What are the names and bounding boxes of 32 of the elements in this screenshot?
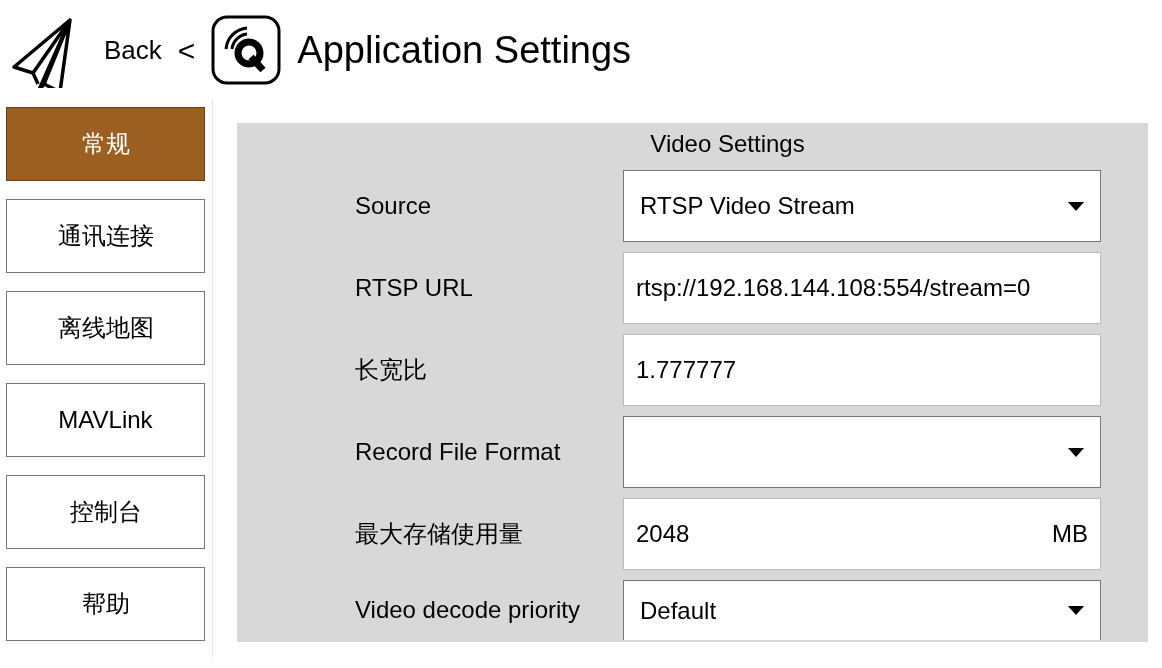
field-value: 2048	[636, 519, 690, 549]
dropdown-value: RTSP Video Stream	[640, 191, 855, 221]
unit-label: MB	[1052, 519, 1088, 549]
back-link[interactable]: Back	[104, 30, 162, 70]
sidebar-tab[interactable]: MAVLink	[6, 383, 205, 457]
sidebar-tab[interactable]: 帮助	[6, 567, 205, 641]
page-title: Application Settings	[297, 27, 632, 73]
dropdown-value: Default	[640, 595, 717, 626]
input-field[interactable]: 2048 MB	[623, 498, 1101, 570]
dropdown[interactable]	[623, 416, 1101, 488]
setting-label: Source	[355, 191, 433, 221]
sidebar-tab[interactable]: 通讯连接	[6, 199, 205, 273]
field-value: 1.777777	[636, 355, 737, 385]
setting-label: Video decode priority	[355, 595, 582, 625]
breadcrumb-separator: <	[177, 32, 196, 69]
panel-title: Video Settings	[649, 129, 806, 159]
dropdown-caret-icon	[1068, 447, 1084, 457]
setting-label: RTSP URL	[355, 273, 474, 303]
dropdown[interactable]: RTSP Video Stream	[623, 170, 1101, 242]
sidebar-tab[interactable]: 常规	[6, 107, 205, 181]
input-field[interactable]: 1.777777	[623, 334, 1101, 406]
sidebar-tab[interactable]: 控制台	[6, 475, 205, 549]
setting-label: Record File Format	[355, 437, 562, 467]
setting-label: 最大存储使用量	[355, 519, 524, 549]
field-value: rtsp://192.168.144.108:554/stream=0	[636, 273, 1031, 303]
dropdown-caret-icon	[1068, 606, 1084, 615]
sidebar-tab[interactable]: 离线地图	[6, 291, 205, 365]
logo-icon	[211, 15, 282, 85]
dropdown[interactable]: Default	[623, 580, 1101, 640]
setting-label: 长宽比	[355, 355, 428, 385]
dropdown-caret-icon	[1068, 201, 1084, 211]
input-field[interactable]: rtsp://192.168.144.108:554/stream=0	[623, 252, 1101, 324]
